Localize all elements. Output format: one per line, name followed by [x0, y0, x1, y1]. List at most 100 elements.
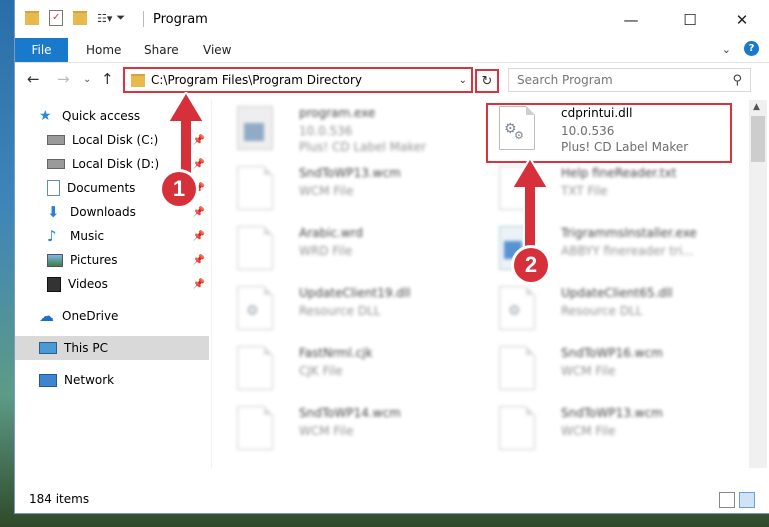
address-path[interactable]: C:\Program Files\Program Directory: [151, 73, 459, 87]
document-icon: [237, 226, 273, 270]
file-type: WCM File: [299, 184, 354, 198]
search-input[interactable]: [509, 72, 733, 88]
file-type: Resource DLL: [299, 304, 381, 318]
sidebar-item-label: Local Disk (C:): [72, 133, 159, 147]
tab-view[interactable]: View: [203, 38, 231, 62]
dll-file-icon: ⚙: [237, 286, 273, 330]
customize-toolbar-icon[interactable]: ☷▾: [97, 12, 112, 25]
tab-file[interactable]: File: [15, 38, 68, 62]
new-folder-icon[interactable]: [73, 11, 87, 25]
file-name: Help fineReader.txt: [561, 166, 677, 180]
sidebar-item-label: This PC: [64, 341, 108, 355]
navigation-bar: ← → ⌄ ↑ C:\Program Files\Program Directo…: [15, 63, 769, 97]
recent-locations-icon[interactable]: ⌄: [83, 74, 91, 85]
drive-icon: [47, 159, 65, 169]
pane-divider[interactable]: [211, 100, 212, 468]
list-item[interactable]: SndToWP13.wcm WCM File: [489, 400, 729, 458]
sidebar-item-this-pc[interactable]: This PC: [15, 336, 209, 360]
file-highlight-box: [486, 103, 732, 163]
large-icons-view-icon[interactable]: [739, 492, 755, 508]
sidebar-item-label: Pictures: [70, 253, 118, 267]
music-icon: ♪: [47, 227, 57, 245]
sidebar-item-pictures[interactable]: Pictures 📌: [15, 248, 209, 272]
file-type: Resource DLL: [561, 304, 643, 318]
refresh-icon: ↻: [481, 73, 493, 89]
search-icon[interactable]: ⚲: [732, 73, 742, 88]
computer-icon: [39, 342, 57, 354]
sidebar-item-label: Network: [64, 373, 115, 387]
file-type: WCM File: [561, 424, 616, 438]
ribbon-tabs: File Home Share View ⌄ ?: [15, 38, 769, 63]
refresh-button[interactable]: ↻: [475, 69, 499, 93]
address-bar[interactable]: C:\Program Files\Program Directory ⌄: [123, 67, 473, 93]
drive-icon: [47, 135, 65, 145]
chevron-down-icon[interactable]: ⌄: [459, 75, 467, 86]
view-toggle: [719, 492, 755, 508]
close-button[interactable]: ✕: [719, 7, 765, 33]
sidebar-item-music[interactable]: ♪ Music 📌: [15, 224, 209, 248]
status-bar: 184 items: [15, 488, 769, 513]
file-list: program.exe 10.0.536 Plus! CD Label Make…: [227, 100, 747, 468]
scroll-up-icon[interactable]: ▲: [753, 102, 760, 112]
folder-icon[interactable]: [25, 11, 39, 25]
maximize-icon: ☐: [683, 11, 697, 29]
sidebar-item-label: Documents: [67, 181, 136, 195]
pin-icon[interactable]: 📌: [193, 279, 205, 290]
forward-arrow-icon[interactable]: →: [57, 70, 70, 88]
file-type: TXT File: [561, 184, 608, 198]
file-name: SndToWP16.wcm: [561, 346, 663, 360]
document-icon: [499, 406, 535, 450]
file-name: SndToWP14.wcm: [299, 406, 401, 420]
file-name: SndToWP13.wcm: [561, 406, 663, 420]
vertical-scrollbar[interactable]: ▲: [749, 100, 767, 468]
pictures-icon: [47, 253, 63, 267]
list-item[interactable]: SndToWP13.wcm WCM File: [227, 160, 467, 218]
back-arrow-icon[interactable]: ←: [27, 70, 40, 88]
file-name: UpdateClient65.dll: [561, 286, 673, 300]
list-item[interactable]: Arabic.wrd WRD File: [227, 220, 467, 278]
file-name: TrigrammsInstaller.exe: [561, 226, 697, 240]
pin-icon[interactable]: 📌: [193, 207, 205, 218]
sidebar-item-label: Quick access: [62, 109, 141, 123]
sidebar-item-label: OneDrive: [62, 309, 119, 323]
minimize-button[interactable]: —: [608, 7, 654, 33]
maximize-button[interactable]: ☐: [667, 7, 713, 33]
file-name: UpdateClient19.dll: [299, 286, 411, 300]
details-view-icon[interactable]: [719, 492, 735, 508]
document-icon: [499, 346, 535, 390]
title-separator: [143, 11, 144, 27]
list-item[interactable]: SndToWP14.wcm WCM File: [227, 400, 467, 458]
toolbar-dropdown-icon[interactable]: ⏷: [116, 11, 125, 25]
help-icon[interactable]: ?: [744, 41, 759, 56]
tab-home[interactable]: Home: [86, 38, 121, 62]
folder-icon: [131, 73, 145, 87]
sidebar-item-onedrive[interactable]: ☁ OneDrive: [15, 304, 209, 328]
dll-file-icon: ⚙: [499, 286, 535, 330]
list-item[interactable]: program.exe 10.0.536 Plus! CD Label Make…: [227, 100, 467, 158]
document-icon: [237, 406, 273, 450]
expand-ribbon-icon[interactable]: ⌄: [722, 43, 731, 56]
arrow-2-icon: [510, 158, 550, 254]
list-item[interactable]: ⚙ UpdateClient65.dll Resource DLL: [489, 280, 729, 338]
list-item[interactable]: SndToWP16.wcm WCM File: [489, 340, 729, 398]
file-name: program.exe: [299, 106, 376, 120]
sidebar-item-videos[interactable]: Videos 📌: [15, 272, 209, 296]
documents-icon: [47, 180, 60, 196]
pin-icon[interactable]: 📌: [193, 231, 205, 242]
downloads-icon: ⬇: [47, 203, 60, 221]
scrollbar-thumb[interactable]: [751, 116, 765, 162]
search-box[interactable]: ⚲: [508, 68, 751, 92]
quick-access-toolbar: ✓ ☷▾ ⏷: [25, 10, 125, 26]
properties-icon[interactable]: ✓: [49, 10, 63, 26]
pin-icon[interactable]: 📌: [193, 255, 205, 266]
sidebar-item-network[interactable]: Network: [15, 368, 209, 392]
tab-share[interactable]: Share: [144, 38, 179, 62]
list-item[interactable]: ⚙ UpdateClient19.dll Resource DLL: [227, 280, 467, 338]
file-type: CJK File: [299, 364, 343, 378]
up-arrow-icon[interactable]: ↑: [101, 70, 114, 88]
document-icon: [237, 346, 273, 390]
list-item[interactable]: FastNrml.cjk CJK File: [227, 340, 467, 398]
sidebar-item-label: Downloads: [70, 205, 136, 219]
cloud-icon: ☁: [39, 307, 54, 325]
file-description: Plus! CD Label Maker: [299, 140, 427, 154]
